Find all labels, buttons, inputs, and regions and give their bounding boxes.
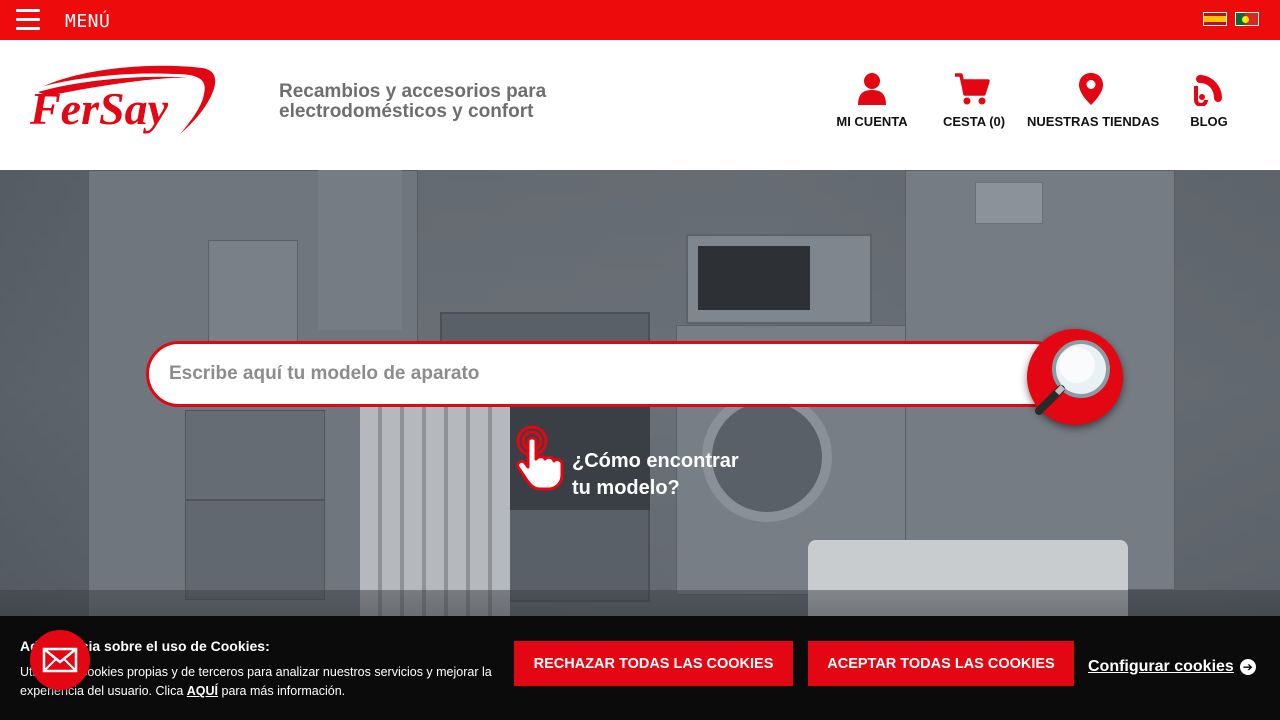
location-pin-icon [1079,73,1103,105]
nav-our-stores[interactable]: NUESTRAS TIENDAS [1027,72,1160,129]
arrow-right-circle-icon: ➔ [1239,658,1256,675]
how-to-find-model-link[interactable]: ¿Cómo encontrar tu modelo? [510,425,770,499]
portugal-flag-icon[interactable] [1235,12,1259,26]
hamburger-menu-icon[interactable] [16,9,40,30]
top-bar: MENÚ [0,0,1280,40]
nav-label-blog: BLOG [1190,114,1228,129]
cookie-banner: Advertencia sobre el uso de Cookies: Uti… [0,616,1280,720]
hand-click-icon [516,425,564,491]
contact-mail-button[interactable] [30,630,90,690]
nav-blog[interactable]: BLOG [1190,72,1228,129]
how-line-2: tu modelo? [572,477,680,499]
configure-cookies-label: Configurar cookies [1088,658,1234,675]
cookie-info-link[interactable]: AQUÍ [187,684,218,698]
fersay-logo[interactable]: FerSay [24,62,220,140]
how-line-1: ¿Cómo encontrar [572,450,739,472]
reject-all-cookies-button[interactable]: RECHAZAR TODAS LAS COOKIES [514,641,793,686]
tagline-line-2: electrodomésticos y confort [279,101,534,122]
accept-all-cookies-button[interactable]: ACEPTAR TODAS LAS COOKIES [808,641,1074,686]
cookie-text-after: para más información. [218,684,346,698]
menu-label[interactable]: MENÚ [65,11,110,32]
nav-label-my-account: MI CUENTA [836,114,908,129]
configure-cookies-link[interactable]: Configurar cookies ➔ [1088,658,1256,676]
model-search-input[interactable] [146,341,1066,407]
cookie-description: Utilizamos cookies propias y de terceros… [20,663,510,701]
envelope-icon [42,647,78,673]
nav-my-account[interactable]: MI CUENTA [836,72,908,129]
nav-label-cart: CESTA (0) [943,114,1006,129]
how-to-find-model-text: ¿Cómo encontrar tu modelo? [572,448,739,502]
nav-label-our-stores: NUESTRAS TIENDAS [1027,114,1160,129]
search-button[interactable] [1027,329,1123,425]
user-icon [858,73,886,105]
model-search [146,329,1128,425]
site-header: FerSay Recambios y accesorios para elect… [0,40,1280,170]
rss-icon [1194,75,1222,106]
logo-text: FerSay [29,83,169,134]
magnifier-search-icon [1035,340,1110,415]
tagline-line-1: Recambios y accesorios para [279,81,547,102]
nav-cart[interactable]: CESTA (0) [943,72,1006,129]
cart-icon [955,73,990,105]
site-tagline: Recambios y accesorios para electrodomés… [279,82,599,122]
spain-flag-icon[interactable] [1203,12,1227,26]
